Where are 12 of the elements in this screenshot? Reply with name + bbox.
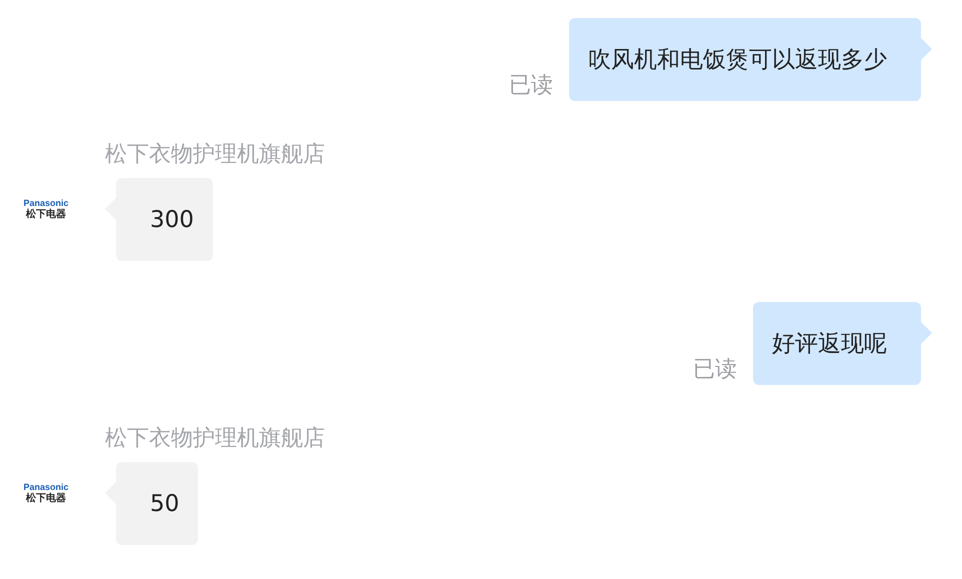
read-receipt: 已读 — [509, 73, 553, 99]
message-bubble: 300 — [116, 178, 213, 261]
avatar-subtitle: 松下电器 — [26, 493, 66, 504]
sender-name: 松下衣物护理机旗舰店 — [105, 142, 325, 168]
message-bubble: 吹风机和电饭煲可以返现多少 — [569, 18, 921, 101]
sender-name: 松下衣物护理机旗舰店 — [105, 426, 325, 452]
read-receipt: 已读 — [693, 357, 737, 383]
avatar-brand-text: Panasonic — [23, 482, 69, 492]
message-bubble: 好评返现呢 — [753, 302, 921, 385]
message-bubble: 50 — [116, 462, 198, 545]
avatar-subtitle: 松下电器 — [26, 209, 66, 220]
avatar-brand-text: Panasonic — [23, 198, 69, 208]
